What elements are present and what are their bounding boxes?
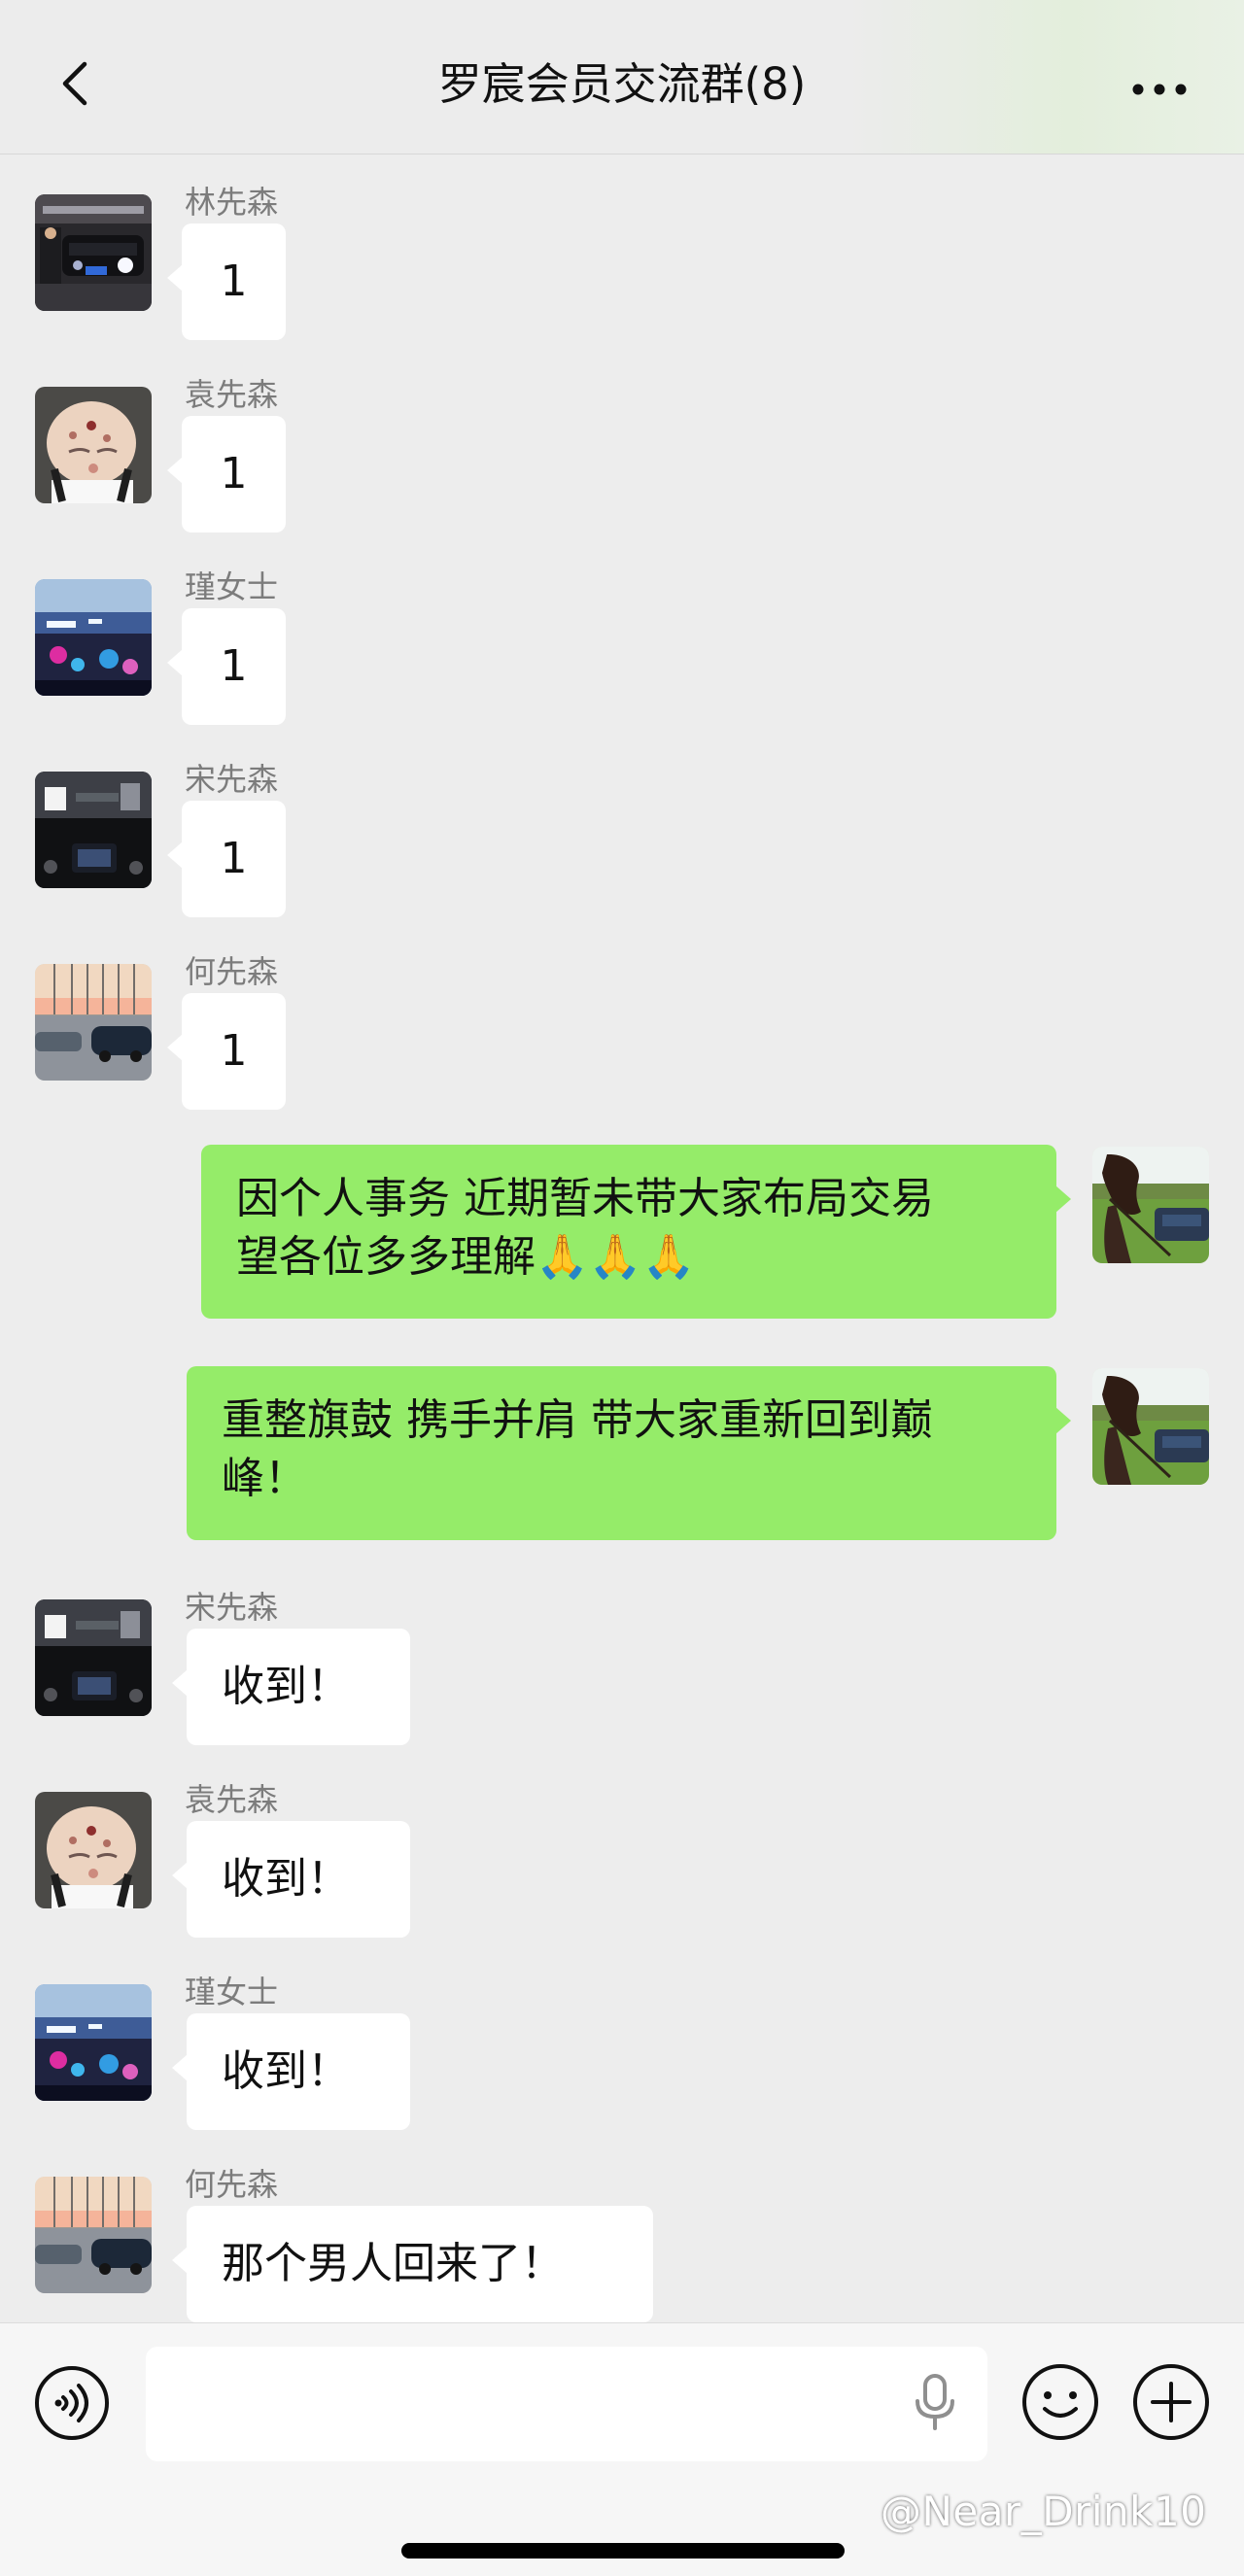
car-dashboard-avatar — [35, 1599, 152, 1716]
sender-avatar[interactable] — [35, 964, 152, 1081]
message-row: 袁先森 收到！ — [0, 1763, 1244, 1938]
emoji-icon — [1022, 2364, 1098, 2440]
message-text: 1 — [220, 257, 248, 306]
message-bubble-self[interactable]: 因个人事务 近期暂未带大家布局交易 望各位多多理解🙏🙏🙏 — [201, 1145, 1071, 1319]
message-bubble[interactable]: 那个男人回来了！ — [172, 2206, 653, 2322]
message-bubble[interactable]: 1 — [167, 801, 286, 917]
message-bubble[interactable]: 1 — [167, 416, 286, 532]
more-dots-icon — [1132, 84, 1187, 95]
message-text: 1 — [220, 449, 248, 498]
message-text: 那个男人回来了！ — [222, 2239, 564, 2288]
sender-name: 林先森 — [185, 184, 279, 221]
sender-avatar[interactable] — [35, 1792, 152, 1908]
home-indicator — [401, 2543, 845, 2559]
city-lights-avatar — [35, 579, 152, 696]
message-bubble[interactable]: 收到！ — [172, 1821, 410, 1938]
voice-toggle-icon — [35, 2366, 109, 2440]
chat-message-list[interactable]: 林先森 1 袁先森 1 瑾女士 1 宋先森 1 何先森 1 因个人事务 近期暂未… — [0, 154, 1244, 2322]
message-bubble[interactable]: 收到！ — [172, 1629, 410, 1745]
message-row-self: 因个人事务 近期暂未带大家布局交易 望各位多多理解🙏🙏🙏 — [0, 1145, 1244, 1329]
message-text: 收到！ — [222, 2046, 350, 2096]
sender-avatar[interactable] — [35, 387, 152, 503]
sender-name: 袁先森 — [185, 376, 279, 413]
input-bar: @Near_Drink10 — [0, 2322, 1244, 2576]
sender-avatar[interactable] — [35, 772, 152, 888]
message-text-line2-text: 望各位多多理解 — [236, 1232, 536, 1282]
self-avatar[interactable] — [1092, 1368, 1209, 1485]
sender-avatar[interactable] — [35, 579, 152, 696]
message-row: 瑾女士 收到！ — [0, 1955, 1244, 2130]
more-button[interactable] — [1118, 70, 1201, 109]
back-button[interactable] — [51, 56, 105, 111]
message-text: 1 — [220, 834, 248, 883]
message-input[interactable] — [146, 2347, 987, 2461]
message-row: 林先森 1 — [0, 165, 1244, 340]
emoji-button[interactable] — [1020, 2362, 1100, 2442]
sender-name: 瑾女士 — [185, 568, 279, 605]
sender-name: 宋先森 — [185, 761, 279, 798]
plus-button[interactable] — [1131, 2362, 1211, 2442]
sender-avatar[interactable] — [35, 2177, 152, 2293]
chevron-left-icon — [62, 61, 87, 106]
microphone-icon[interactable] — [906, 2372, 964, 2434]
message-bubble[interactable]: 1 — [167, 223, 286, 340]
baby-avatar — [35, 387, 152, 503]
sender-avatar[interactable] — [35, 194, 152, 311]
watermark-text: @Near_Drink10 — [881, 2488, 1207, 2535]
sender-avatar[interactable] — [35, 1599, 152, 1716]
chat-title: 罗宸会员交流群(8) — [437, 58, 807, 110]
message-row: 瑾女士 1 — [0, 550, 1244, 725]
message-text: 1 — [220, 1026, 248, 1076]
message-text: 收到！ — [222, 1662, 350, 1711]
message-bubble[interactable]: 收到！ — [172, 2013, 410, 2130]
car-dashboard-avatar — [35, 772, 152, 888]
message-bubble[interactable]: 1 — [167, 993, 286, 1110]
horse-avatar — [1092, 1147, 1209, 1263]
sender-name: 宋先森 — [185, 1589, 279, 1626]
baby-avatar — [35, 1792, 152, 1908]
message-row: 宋先森 1 — [0, 742, 1244, 917]
message-text: 收到！ — [222, 1854, 350, 1904]
sunset-parking-avatar — [35, 964, 152, 1081]
sunset-parking-avatar — [35, 2177, 152, 2293]
city-lights-avatar — [35, 1984, 152, 2101]
message-bubble-self[interactable]: 重整旗鼓 携手并肩 带大家重新回到巅 峰！ — [187, 1366, 1071, 1540]
sender-name: 何先森 — [185, 953, 279, 990]
message-row: 何先森 那个男人回来了！ — [0, 2147, 1244, 2322]
self-avatar[interactable] — [1092, 1147, 1209, 1263]
message-text-line1: 重整旗鼓 携手并肩 带大家重新回到巅 — [222, 1395, 933, 1445]
message-row: 何先森 1 — [0, 935, 1244, 1110]
sender-name: 瑾女士 — [185, 1974, 279, 2010]
message-row-self: 重整旗鼓 携手并肩 带大家重新回到巅 峰！ — [0, 1366, 1244, 1551]
pray-emoji: 🙏🙏🙏 — [536, 1232, 696, 1282]
plus-icon — [1133, 2364, 1209, 2440]
car-night-avatar — [35, 194, 152, 311]
sender-avatar[interactable] — [35, 1984, 152, 2101]
chat-header: 罗宸会员交流群(8) — [0, 0, 1244, 155]
voice-toggle-button[interactable] — [33, 2364, 111, 2442]
message-row: 宋先森 收到！ — [0, 1570, 1244, 1745]
message-text-line1: 因个人事务 近期暂未带大家布局交易 — [236, 1174, 934, 1223]
sender-name: 何先森 — [185, 2166, 279, 2203]
message-text-line2: 峰！ — [222, 1454, 307, 1503]
horse-avatar — [1092, 1368, 1209, 1485]
message-text: 1 — [220, 641, 248, 691]
sender-name: 袁先森 — [185, 1781, 279, 1818]
message-row: 袁先森 1 — [0, 358, 1244, 532]
message-bubble[interactable]: 1 — [167, 608, 286, 725]
message-text-line2: 望各位多多理解🙏🙏🙏 — [236, 1228, 1021, 1287]
